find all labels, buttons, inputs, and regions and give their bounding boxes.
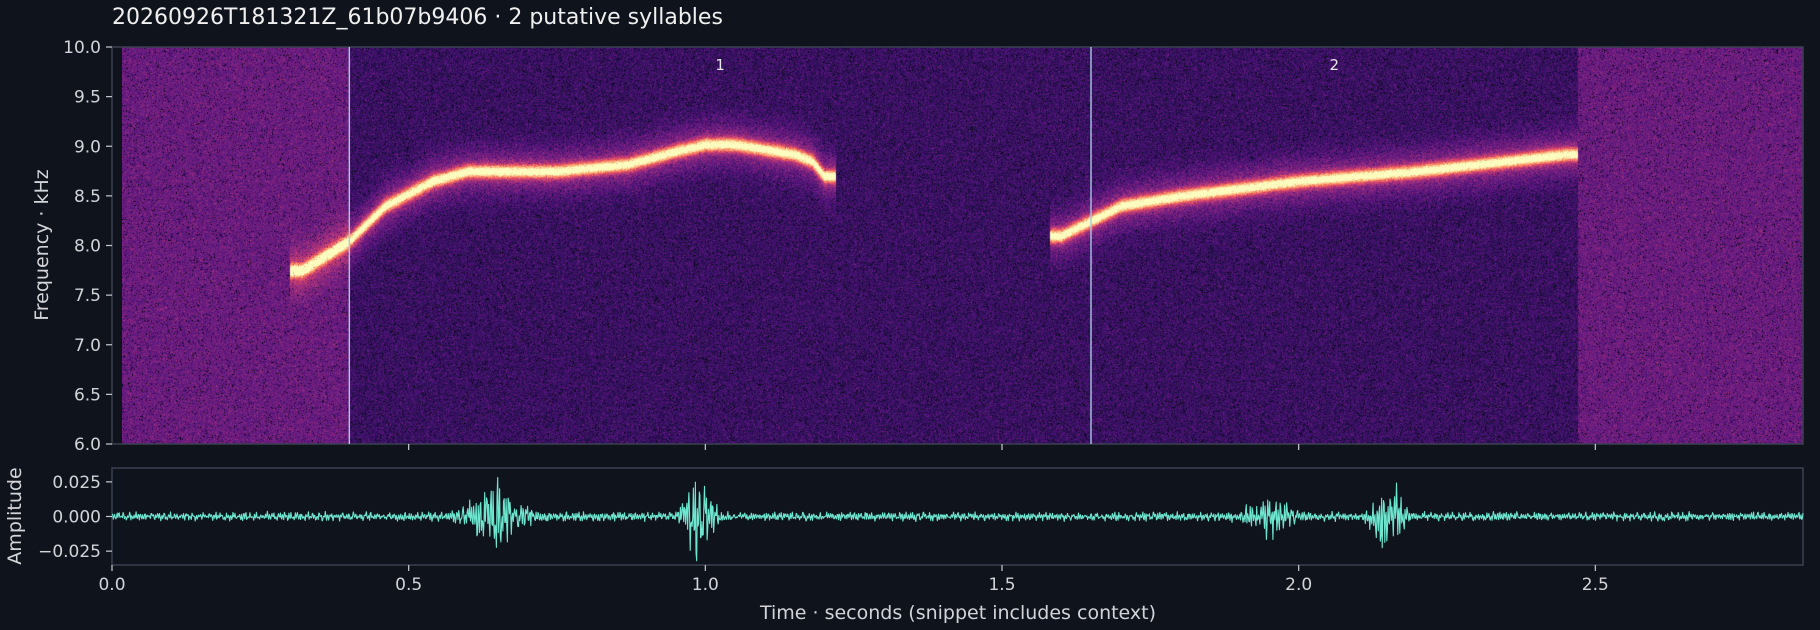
spectrogram-y-tick-label: 8.0 [74,237,101,257]
waveform-trace [111,476,1804,562]
spectrogram-image [122,47,1803,444]
chart-title: 20260926T181321Z_61b07b9406 · 2 putative… [112,5,723,30]
x-tick-label: 0.5 [395,575,422,595]
x-tick-label: 2.5 [1582,575,1609,595]
waveform-y-axis-label: Amplitude [4,467,26,564]
waveform-panel: 0.0 0.5 1.0 1.5 2.0 2.5 0.025 0.000 −0.025 Ampli… [4,467,1804,624]
x-tick-label: 1.0 [692,575,719,595]
spectrogram-y-tick-label: 10.0 [63,38,101,58]
spectrogram-y-tick-label: 9.0 [74,137,101,157]
spectrogram-y-tick-label: 8.5 [74,187,101,207]
x-tick-label: 1.5 [988,575,1015,595]
waveform-y-tick-label: 0.025 [52,473,101,493]
x-axis-label: Time · seconds (snippet includes context… [759,602,1156,624]
waveform-marks: 0.0 0.5 1.0 1.5 2.0 2.5 0.025 0.000 −0.025 [38,473,1804,595]
segment-label: 2 [1329,56,1339,74]
spectrogram-y-tick-label: 7.0 [74,336,101,356]
spectrogram-y-tick-label: 6.5 [74,385,101,405]
figure: 20260926T181321Z_61b07b9406 · 2 putative… [4,5,1804,624]
spectrogram-panel: 6.0 6.5 7.0 7.5 8.0 8.5 9.0 9.5 10.0 1 2 Frequency… [31,38,1804,455]
spectrogram-y-tick-label: 6.0 [74,435,101,455]
x-tick-label: 2.0 [1285,575,1312,595]
x-tick-label: 0.0 [98,575,125,595]
spectrogram-y-tick-label: 7.5 [74,286,101,306]
spectrogram-y-tick-label: 9.5 [74,88,101,108]
spectrogram-image-frame [122,47,1803,444]
waveform-y-tick-label: 0.000 [52,508,101,528]
spectrogram-y-axis-label: Frequency · kHz [31,169,53,321]
waveform-y-tick-label: −0.025 [38,542,101,562]
segment-label: 1 [715,56,725,74]
